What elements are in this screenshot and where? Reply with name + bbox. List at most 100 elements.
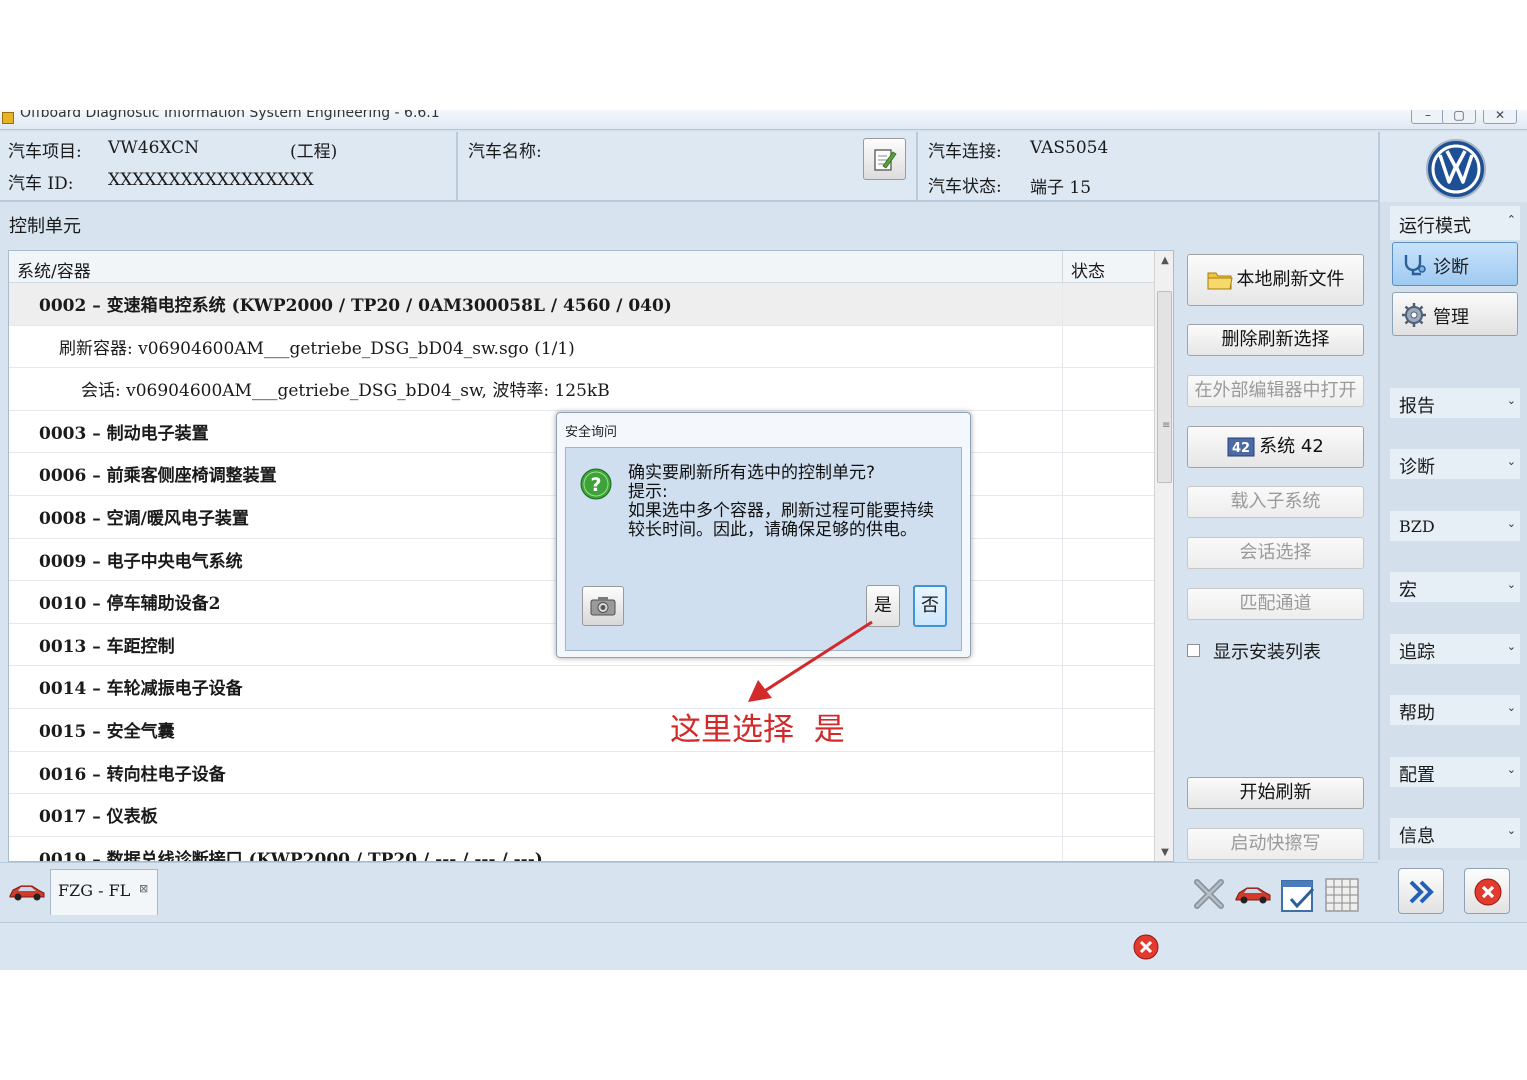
minimize-button[interactable]: – [1411,110,1445,124]
column-system-header[interactable]: 系统/容器 [17,257,91,282]
row-text: 0017 – 仪表板 [39,807,158,828]
maximize-button[interactable]: ▢ [1442,110,1476,124]
table-row[interactable]: 会话: v06904600AM___getriebe_DSG_bD04_sw, … [9,368,1154,411]
close-window-button[interactable]: ✕ [1483,110,1517,124]
sidebar-section-macro[interactable]: 宏 ⌄ [1390,572,1520,602]
error-status-icon[interactable] [1132,933,1160,961]
sidebar-section-config[interactable]: 配置 ⌄ [1390,757,1520,787]
status-bar [0,922,1527,970]
mode-diagnosis-button[interactable]: 诊断 [1392,242,1518,286]
table-row[interactable]: 0019 – 数据总线诊断接口 (KWP2000 / TP20 / --- / … [9,836,1154,862]
show-install-list-checkbox[interactable] [1187,644,1200,657]
local-flash-file-button[interactable]: 本地刷新文件 [1187,254,1364,306]
table-row[interactable]: 0014 – 车轮减振电子设备 [9,666,1154,709]
tab-close-icon[interactable]: ⊠ [139,882,148,895]
chevron-down-icon: ⌄ [1506,763,1516,776]
dialog-question: 确实要刷新所有选中的控制单元? [628,463,876,483]
mode-admin-button[interactable]: 管理 [1392,292,1518,336]
row-text: 0008 – 空调/暖风电子装置 [39,509,249,529]
state-label: 汽车状态: [928,177,1002,197]
start-flash-label: 开始刷新 [1239,782,1312,803]
app-icon [2,112,14,124]
state-value: 端子 15 [1030,178,1092,198]
vehicle-connection-panel: 汽车连接: VAS5054 汽车状态: 端子 15 [918,132,1378,202]
scroll-grip-icon: ≡ [1162,420,1171,431]
chevron-up-icon: ⌃ [1506,213,1516,226]
start-quick-erase-label: 启动快擦写 [1230,833,1321,854]
open-external-editor-button[interactable]: 在外部编辑器中打开 [1187,375,1364,407]
section-title: 控制单元 [9,216,81,237]
operating-mode-label: 运行模式 [1399,216,1471,237]
start-flash-button[interactable]: 开始刷新 [1187,777,1364,809]
column-divider [1062,496,1063,538]
sidebar-section-trace[interactable]: 追踪 ⌄ [1390,634,1520,664]
operating-mode-header[interactable]: 运行模式 ⌃ [1390,206,1520,240]
column-status-header[interactable]: 状态 [1071,257,1105,282]
table-row[interactable]: 0002 – 变速箱电控系统 (KWP2000 / TP20 / 0AM3000… [9,283,1154,326]
row-text: 0003 – 制动电子装置 [39,423,209,444]
system-42-button[interactable]: 42 系统 42 [1187,426,1364,468]
screenshot-button[interactable] [582,586,624,626]
delete-flash-selection-label: 删除刷新选择 [1221,329,1330,350]
sidebar-section-diagnosis[interactable]: 诊断 ⌄ [1390,449,1520,479]
tab-fzg-fl[interactable]: FZG - FL ⊠ [50,869,158,915]
vehicle-project-panel: 汽车项目: VW46XCN (工程) 汽车 ID: XXXXXXXXXXXXXX… [0,132,456,202]
sidebar-section-label: 诊断 [1399,457,1435,478]
session-select-button[interactable]: 会话选择 [1187,537,1364,569]
table-scrollbar[interactable]: ▲ ≡ ▼ [1154,251,1173,861]
disconnect-tools-icon[interactable] [1192,877,1226,911]
sidebar-section-info[interactable]: 信息 ⌄ [1390,818,1520,848]
row-text: 0015 – 安全气囊 [39,722,175,742]
column-divider [1062,410,1063,453]
project-value: VW46XCN [108,138,200,158]
scroll-up-icon[interactable]: ▲ [1155,251,1173,271]
vw-logo-icon [1426,139,1486,199]
folder-icon [1207,272,1233,290]
sidebar-section-report[interactable]: 报告 ⌄ [1390,388,1520,418]
column-divider [1062,453,1063,495]
adaptation-channel-button[interactable]: 匹配通道 [1187,588,1364,620]
close-circle-icon [1474,878,1502,906]
brand-area [1380,132,1527,202]
column-divider [1062,836,1063,861]
vehicle-red-icon[interactable] [1234,883,1272,907]
table-row[interactable]: 0015 – 安全气囊 [9,709,1154,752]
start-quick-erase-button[interactable]: 启动快擦写 [1187,828,1364,860]
grid-icon[interactable] [1324,877,1360,913]
row-text: 0013 – 车距控制 [39,636,175,657]
mode-admin-label: 管理 [1433,307,1469,328]
vehicle-id-label: 汽车 ID: [8,174,74,194]
load-subsystem-button[interactable]: 载入子系统 [1187,486,1364,518]
row-text: 0016 – 转向柱电子设备 [39,764,226,785]
delete-flash-selection-button[interactable]: 删除刷新选择 [1187,324,1364,356]
row-text: 0009 – 电子中央电气系统 [39,551,243,572]
annotation-arrow-icon [748,620,873,702]
sidebar-section-label: 报告 [1399,396,1435,417]
question-icon: ? [580,468,612,500]
sidebar-section-label: 追踪 [1399,642,1435,663]
dialog-no-button[interactable]: 否 [913,585,947,627]
exit-application-button[interactable] [1464,868,1510,914]
edit-vehicle-name-button[interactable] [863,138,906,180]
gear-icon [1402,303,1426,327]
column-divider [1062,794,1063,836]
table-row[interactable]: 刷新容器: v06904600AM___getriebe_DSG_bD04_sw… [9,325,1154,369]
scroll-down-icon[interactable]: ▼ [1155,843,1173,861]
sidebar-section-bzd[interactable]: BZD ⌄ [1390,511,1520,541]
connection-label: 汽车连接: [928,142,1002,162]
row-text: 0002 – 变速箱电控系统 (KWP2000 / TP20 / 0AM3000… [39,296,672,316]
table-row[interactable]: 0017 – 仪表板 [9,794,1154,837]
system-42-label: 系统 42 [1259,436,1324,457]
checklist-icon[interactable] [1280,877,1316,913]
row-text: 0019 – 数据总线诊断接口 (KWP2000 / TP20 / --- / … [39,849,543,862]
double-chevron-right-icon [1409,880,1434,904]
title-bar: Offboard Diagnostic Information System E… [0,110,1527,130]
dialog-title: 安全询问 [565,425,618,440]
table-row[interactable]: 0016 – 转向柱电子设备 [9,751,1154,795]
sidebar-section-help[interactable]: 帮助 ⌄ [1390,695,1520,725]
chevron-down-icon: ⌄ [1506,517,1516,530]
scroll-thumb[interactable]: ≡ [1157,291,1172,483]
stethoscope-icon [1404,255,1426,276]
forward-button[interactable] [1398,868,1444,914]
chevron-down-icon: ⌄ [1506,640,1516,653]
